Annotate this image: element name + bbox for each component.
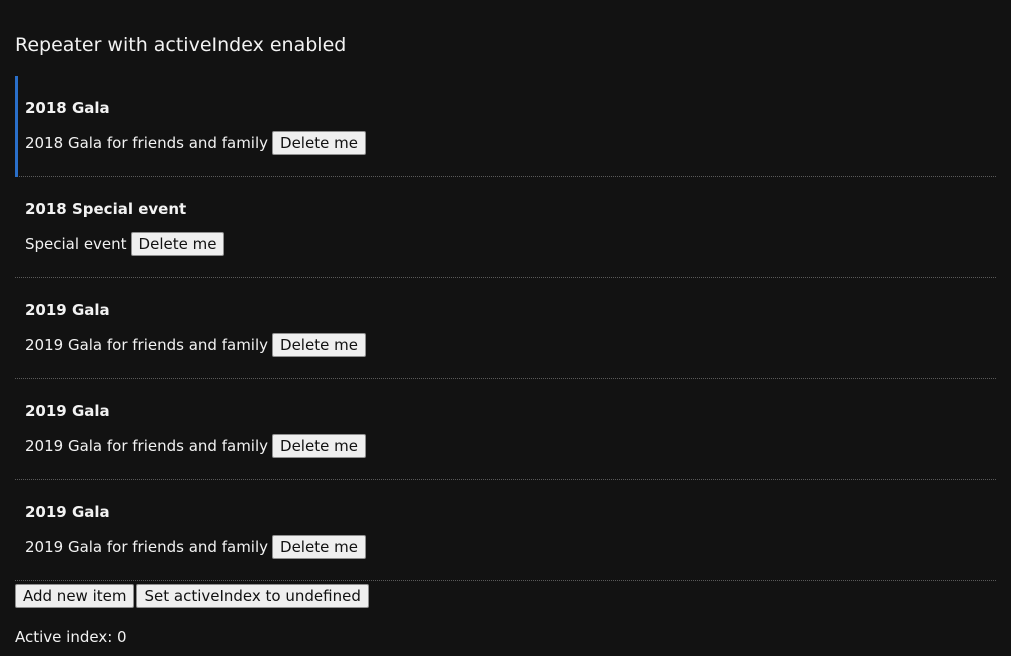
item-title: 2019 Gala [25,503,110,521]
item-description: 2019 Gala for friends and family [25,437,269,455]
repeater-list: 2018 Gala 2018 Gala for friends and fami… [15,76,996,581]
item-description: 2018 Gala for friends and family [25,134,269,152]
repeater-item[interactable]: 2019 Gala 2019 Gala for friends and fami… [15,379,996,480]
page-title: Repeater with activeIndex enabled [15,34,347,56]
item-title: 2019 Gala [25,402,110,420]
repeater-item[interactable]: 2019 Gala 2019 Gala for friends and fami… [15,278,996,379]
item-description: Special event [25,235,127,253]
delete-button[interactable]: Delete me [130,232,225,256]
add-item-button[interactable]: Add new item [15,584,135,608]
reset-active-index-button[interactable]: Set activeIndex to undefined [136,584,369,608]
item-title: 2018 Gala [25,99,110,117]
repeater-controls: Add new item Set activeIndex to undefine… [15,584,369,608]
item-description: 2019 Gala for friends and family [25,538,269,556]
repeater-item[interactable]: 2018 Gala 2018 Gala for friends and fami… [15,76,996,177]
delete-button[interactable]: Delete me [272,434,366,458]
item-description: 2019 Gala for friends and family [25,336,269,354]
delete-button[interactable]: Delete me [272,535,366,559]
item-title: 2019 Gala [25,301,110,319]
item-content: 2018 Gala for friends and family Delete … [25,131,366,155]
repeater-item[interactable]: 2018 Special event Special event Delete … [15,177,996,278]
item-content: Special event Delete me [25,232,225,256]
item-content: 2019 Gala for friends and family Delete … [25,434,366,458]
item-content: 2019 Gala for friends and family Delete … [25,333,366,357]
item-title: 2018 Special event [25,200,187,218]
repeater-item[interactable]: 2019 Gala 2019 Gala for friends and fami… [15,480,996,581]
item-content: 2019 Gala for friends and family Delete … [25,535,366,559]
delete-button[interactable]: Delete me [272,333,366,357]
delete-button[interactable]: Delete me [272,131,366,155]
active-index-status: Active index: 0 [15,628,127,646]
